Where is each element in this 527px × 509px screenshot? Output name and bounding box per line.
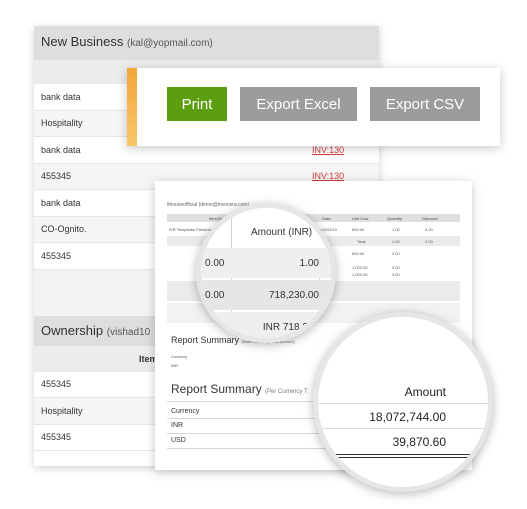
cell: Total [357,239,366,244]
row-label: 455345 [41,432,72,443]
cell: 3.00 [392,251,400,256]
magnified-cell-right: INR 718,231 [262,322,319,333]
panel-email: (kal@yopmail.com) [127,38,213,49]
cell: 1,000.00 [352,272,368,277]
print-button[interactable]: Print [167,87,227,121]
row-label: 455345 [41,379,72,390]
total-rule [318,457,488,458]
amount-header: Amount [404,385,446,399]
panel-header: New Business (kal@yopmail.com) [34,26,379,60]
divider [167,433,337,434]
export-toolbar: Print Export Excel Export CSV [127,68,500,146]
total-rule [318,454,488,455]
row-label: CO-Ognito. [41,224,87,235]
currency-label: Currency [171,408,200,415]
col-header: Unit Cost [352,216,369,221]
magnified-cell-right: 1.00 [299,258,319,269]
magnified-row: 0.00 718,230.00 [201,280,331,310]
amount-inr-header: Amount (INR) [237,208,331,250]
summary-per-currency-title-text: Report Summary [171,382,262,396]
divider [318,428,488,429]
amount-value: 18,072,744.00 [369,410,446,424]
magnified-cell-left: 0.00 [205,290,225,301]
magnified-cell-left: 0 [205,322,211,333]
currency-usd: USD [171,437,186,444]
col-header: Discount [422,216,438,221]
cell: 3.00 [392,272,400,277]
row-label: Hospitality [41,405,83,416]
ownership-title: Ownership [41,322,104,338]
row-label: bank data [41,91,81,102]
cell: 3.00 [425,227,433,232]
row-label: bank data [41,144,81,155]
cell: 500.00 [352,251,365,256]
summary-base-currency-code: INR [171,363,178,368]
export-excel-button[interactable]: Export Excel [240,87,357,121]
divider [167,418,337,419]
magnified-cell-left: 0.00 [205,258,225,269]
magnified-row: 0.00 1.00 [201,248,331,278]
row-label: 455345 [41,250,72,261]
row-label: Hospitality [41,118,83,129]
row-label: 455345 [41,171,72,182]
toolbar-accent-bar [127,68,137,146]
panel-title: New Business [41,34,124,49]
invoice-link[interactable]: INV:130 [312,145,344,155]
summary-per-currency-title: Report Summary (Per Currency T [171,382,308,396]
magnified-cell-right: 718,230.00 [268,290,319,301]
magnified-row: 0 INR 718,231 [201,312,331,338]
invoice-link[interactable]: INV:130 [312,171,344,181]
divider [167,448,337,449]
cell: 1.00 [392,227,400,232]
divider [318,403,488,404]
currency-inr: INR [171,422,184,429]
summary-per-currency-subtitle: (Per Currency T [265,389,308,395]
col-header: Quantity [387,216,402,221]
amount-magnifier: Amount (INR) 0.00 1.00 0.00 718,230.00 0… [196,203,336,343]
cell: 3.00 [425,239,433,244]
cell: 1.00 [392,239,400,244]
amount-value: 39,870.60 [392,435,446,449]
cell: 500.00 [352,227,365,232]
summary-magnifier: Amount 18,072,744.00 39,870.60 [313,312,493,492]
divider [167,401,337,402]
export-csv-button[interactable]: Export CSV [370,87,480,121]
summary-base-currency-label: Currency [171,354,188,359]
stage: New Business (kal@yopmail.com) bank data… [0,0,527,509]
row-label: bank data [41,197,81,208]
ownership-user: (vishad10 [106,326,151,338]
